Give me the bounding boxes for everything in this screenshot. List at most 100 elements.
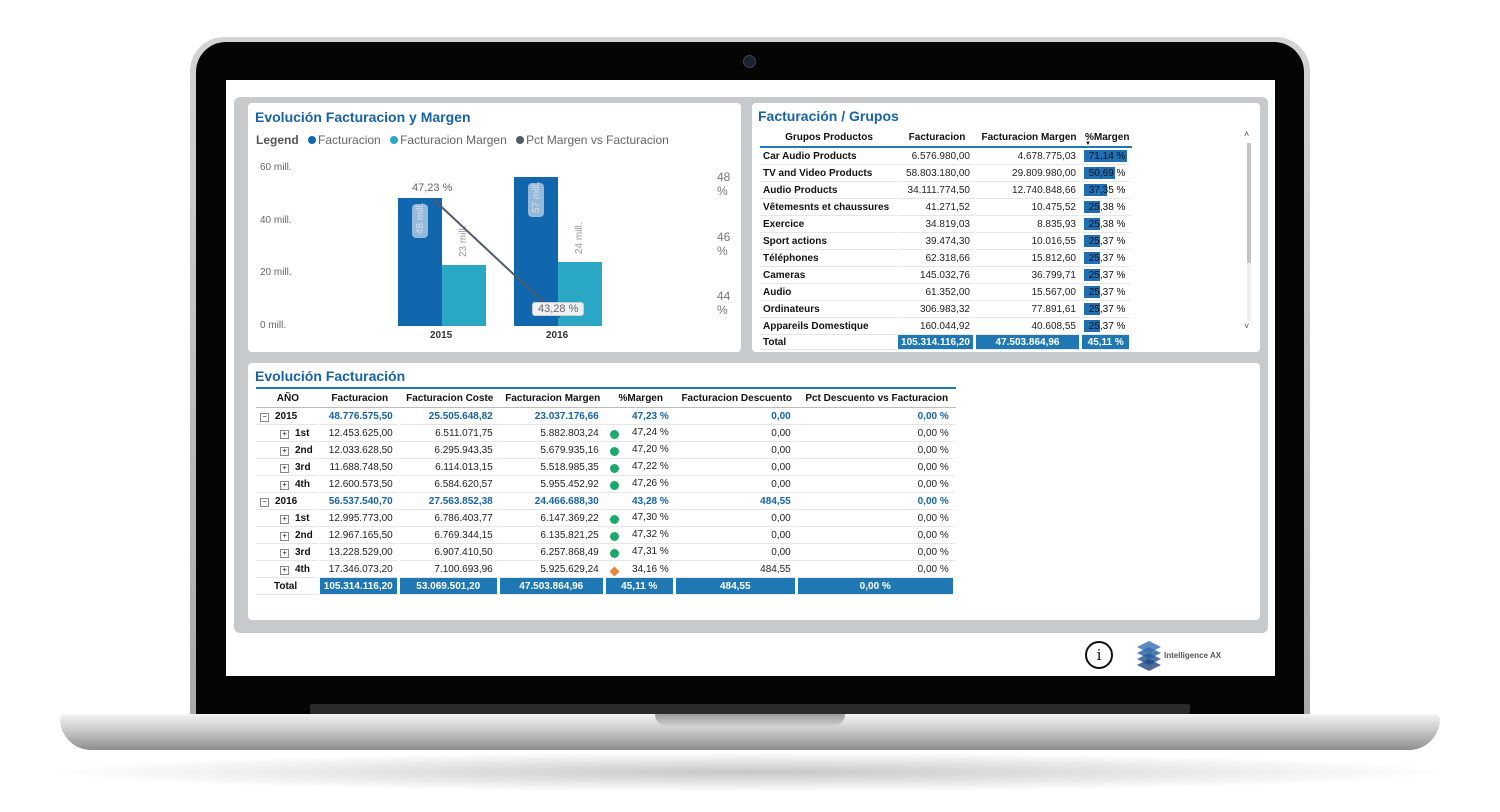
- expand-icon[interactable]: +: [280, 429, 289, 439]
- matrix-cell-pct-descuento-value: 0,00 %: [917, 495, 949, 507]
- groups-cell-pct-margen: 25,38 %: [1082, 199, 1133, 216]
- matrix-quarter-row[interactable]: +4th 12.600.573,50 6.584.620,57 5.955.452,9…: [256, 476, 956, 493]
- groups-cell-facturacion: 62.318,66: [898, 250, 976, 267]
- groups-row[interactable]: Car Audio Products 6.576.980,00 4.678.775,…: [760, 148, 1133, 165]
- matrix-cell-coste-value: 7.100.693,96: [434, 563, 493, 575]
- facturacion-panel[interactable]: Evolución Facturación AÑO Facturacion Fa…: [248, 363, 1260, 620]
- expand-icon[interactable]: +: [280, 531, 289, 541]
- groups-row[interactable]: Appareils Domestique 160.044,92 40.608,55 2…: [760, 318, 1133, 335]
- expand-icon[interactable]: +: [280, 565, 289, 575]
- matrix-cell-pct-descuento-value: 0,00 %: [917, 461, 949, 473]
- matrix-quarter-row[interactable]: +3rd 13.228.529,00 6.907.410,50 6.257.868,4…: [256, 544, 956, 561]
- groups-col-facturacion[interactable]: Facturacion: [898, 128, 976, 148]
- matrix-cell-margen: 6.257.868,49: [499, 544, 606, 561]
- expand-icon[interactable]: +: [280, 548, 289, 558]
- groups-cell-margen: 15.567,00: [976, 284, 1082, 301]
- status-green-circle-icon: [609, 549, 619, 558]
- matrix-row-label-text: 4th: [295, 563, 310, 575]
- matrix-cell-pct-descuento-value: 0,00 %: [917, 478, 949, 490]
- groups-col-grupos[interactable]: Grupos Productos: [760, 128, 898, 148]
- matrix-quarter-row[interactable]: +2nd 12.033.628,50 6.295.943,35 5.679.935,1…: [256, 442, 956, 459]
- matrix-cell-coste: 6.769.344,15: [399, 527, 500, 544]
- matrix-quarter-row[interactable]: +1st 12.453.625,00 6.511.071,75 5.882.803,2…: [256, 425, 956, 442]
- matrix-year-row[interactable]: −2016 56.537.540,70 27.563.852,38 24.466.68…: [256, 493, 956, 510]
- info-icon[interactable]: i: [1085, 641, 1113, 669]
- matrix-cell-margen-value: 5.955.452,92: [540, 478, 599, 490]
- collapse-icon[interactable]: −: [260, 497, 269, 507]
- expand-icon[interactable]: +: [280, 446, 289, 456]
- groups-cell-name: Téléphones: [760, 250, 898, 267]
- groups-panel[interactable]: Facturación / Grupos Grupos Productos Fa…: [752, 103, 1260, 352]
- bar-data-label: 23 mill.: [458, 225, 469, 258]
- laptop-notch: [655, 714, 845, 726]
- bar-facturacion-margen[interactable]: [442, 265, 486, 326]
- matrix-total-pct-descuento: 0,00 %: [797, 578, 956, 595]
- matrix-cell-pct-margen-value: 47,20 %: [632, 444, 669, 455]
- groups-row[interactable]: Audio 61.352,00 15.567,00 25,37 %: [760, 284, 1133, 301]
- matrix-cell-coste: 27.563.852,38: [399, 493, 500, 510]
- matrix-col-pct-margen[interactable]: %Margen: [605, 387, 676, 408]
- facturacion-matrix: AÑO Facturacion Facturacion Coste Factur…: [256, 387, 956, 595]
- facturacion-title: Evolución Facturación: [255, 368, 406, 384]
- matrix-quarter-row[interactable]: +2nd 12.967.165,50 6.769.344,15 6.135.821,2…: [256, 527, 956, 544]
- groups-row[interactable]: Audio Products 34.111.774,50 12.740.848,66…: [760, 182, 1133, 199]
- matrix-cell-descuento: 0,00: [675, 544, 798, 561]
- matrix-cell-facturacion-value: 13.228.529,00: [328, 546, 393, 558]
- expand-icon[interactable]: +: [280, 463, 289, 473]
- scroll-down-icon[interactable]: ˅: [1244, 321, 1249, 331]
- matrix-cell-descuento-value: 0,00: [771, 410, 791, 422]
- scroll-thumb[interactable]: [1247, 143, 1251, 263]
- groups-col-pct-margen[interactable]: %Margen ▼: [1082, 128, 1133, 148]
- expand-icon[interactable]: +: [280, 480, 289, 490]
- scroll-up-icon[interactable]: ˄: [1244, 129, 1249, 139]
- groups-row[interactable]: Sport actions 39.474,30 10.016,55 25,37 %: [760, 233, 1133, 250]
- bar-facturacion-margen[interactable]: [558, 261, 602, 326]
- groups-row[interactable]: Exercice 34.819,03 8.835,93 25,38 %: [760, 216, 1133, 233]
- sort-desc-icon[interactable]: ▼: [1085, 141, 1091, 147]
- matrix-cell-pct-descuento: 0,00 %: [797, 425, 956, 442]
- matrix-cell-margen-value: 5.679.935,16: [540, 444, 599, 456]
- groups-row[interactable]: TV and Video Products 58.803.180,00 29.809…: [760, 165, 1133, 182]
- groups-row[interactable]: Vêtemesnts et chaussures 41.271,52 10.475,…: [760, 199, 1133, 216]
- groups-row[interactable]: Téléphones 62.318,66 15.812,60 25,37 %: [760, 250, 1133, 267]
- matrix-cell-pct-descuento: 0,00 %: [797, 459, 956, 476]
- matrix-cell-pct-margen: 43,28 %: [605, 493, 676, 510]
- matrix-cell-pct-descuento: 0,00 %: [797, 510, 956, 527]
- matrix-quarter-row[interactable]: +4th 17.346.073,20 7.100.693,96 5.925.629,2…: [256, 561, 956, 578]
- logo-text: Intelligence AX: [1164, 651, 1222, 660]
- groups-row[interactable]: Cameras 145.032,76 36.799,71 25,37 %: [760, 267, 1133, 284]
- y-axis-tick-label: 60 mill.: [260, 162, 292, 173]
- matrix-row-label: +4th: [256, 476, 320, 493]
- matrix-cell-coste-value: 25.505.648,82: [428, 410, 493, 422]
- matrix-col-descuento[interactable]: Facturacion Descuento: [675, 387, 798, 408]
- chart-plot-area[interactable]: 0 mill. 20 mill. 40 mill. 60 mill. 44 % 46 % 4…: [248, 103, 741, 352]
- matrix-cell-pct-margen: 47,24 %: [605, 425, 676, 442]
- matrix-cell-margen: 6.147.369,22: [499, 510, 606, 527]
- groups-row[interactable]: Ordinateurs 306.983,32 77.891,61 25,37 %: [760, 301, 1133, 318]
- matrix-cell-coste-value: 6.786.403,77: [434, 512, 493, 524]
- matrix-year-row[interactable]: −2015 48.776.575,50 25.505.648,82 23.037.17…: [256, 408, 956, 425]
- collapse-icon[interactable]: −: [260, 412, 269, 422]
- matrix-quarter-row[interactable]: +3rd 11.688.748,50 6.114.013,15 5.518.985,3…: [256, 459, 956, 476]
- matrix-cell-margen-value: 6.257.868,49: [540, 546, 599, 558]
- matrix-col-ano[interactable]: AÑO: [256, 387, 320, 408]
- matrix-cell-margen-value: 5.925.629,24: [540, 563, 599, 575]
- groups-cell-facturacion: 41.271,52: [898, 199, 976, 216]
- matrix-cell-coste: 6.295.943,35: [399, 442, 500, 459]
- matrix-cell-descuento-value: 0,00: [771, 444, 791, 456]
- status-green-circle-icon: [609, 481, 619, 490]
- status-green-circle-icon: [609, 532, 619, 541]
- matrix-col-coste[interactable]: Facturacion Coste: [399, 387, 500, 408]
- matrix-row-label: +3rd: [256, 459, 320, 476]
- chart-panel[interactable]: Evolución Facturacion y Margen Legend Fa…: [248, 103, 741, 352]
- groups-col-margen[interactable]: Facturacion Margen: [976, 128, 1082, 148]
- matrix-quarter-row[interactable]: +1st 12.995.773,00 6.786.403,77 6.147.369,2…: [256, 510, 956, 527]
- matrix-cell-coste: 6.114.013,15: [399, 459, 500, 476]
- matrix-col-margen[interactable]: Facturacion Margen: [499, 387, 606, 408]
- matrix-cell-pct-descuento-value: 0,00 %: [917, 427, 949, 439]
- expand-icon[interactable]: +: [280, 514, 289, 524]
- matrix-cell-pct-margen: 47,26 %: [605, 476, 676, 493]
- matrix-col-facturacion[interactable]: Facturacion: [319, 387, 400, 408]
- matrix-col-pct-descuento[interactable]: Pct Descuento vs Facturacion: [797, 387, 956, 408]
- groups-scrollbar[interactable]: ˄ ˅: [1244, 129, 1254, 339]
